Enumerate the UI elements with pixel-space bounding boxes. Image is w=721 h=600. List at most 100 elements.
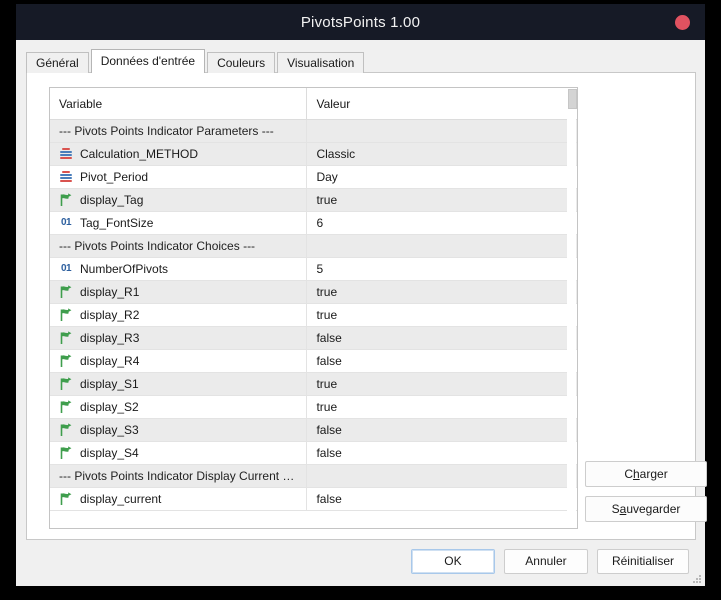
- cell-variable[interactable]: display_R2: [50, 303, 307, 327]
- tab-general[interactable]: Général: [26, 52, 89, 73]
- cell-valeur[interactable]: false: [306, 349, 577, 373]
- variable-label: Tag_FontSize: [80, 216, 154, 230]
- table-row[interactable]: Calculation_METHOD Classic: [50, 142, 577, 166]
- table-row[interactable]: display_R1 true: [50, 280, 577, 304]
- cell-valeur[interactable]: false: [306, 487, 577, 511]
- reinitialiser-button[interactable]: Réinitialiser: [596, 549, 689, 574]
- cell-variable[interactable]: display_R4: [50, 349, 307, 373]
- dialog-body: Général Données d'entrée Couleurs Visual…: [16, 40, 707, 586]
- cell-valeur[interactable]: true: [306, 372, 577, 396]
- variable-label: Pivot_Period: [80, 170, 149, 184]
- integer-icon: 01: [60, 263, 72, 274]
- table-row[interactable]: display_S1 true: [50, 372, 577, 396]
- cell-valeur[interactable]: [306, 234, 577, 258]
- variable-label: display_S4: [80, 446, 139, 460]
- variable-label: display_R1: [80, 285, 140, 299]
- cell-content: Calculation_METHOD: [58, 143, 306, 165]
- variable-label: Calculation_METHOD: [80, 147, 199, 161]
- enum-icon: [58, 169, 74, 185]
- cell-content: --- Pivots Points Indicator Parameters -…: [59, 120, 306, 142]
- sauvegarder-button[interactable]: Sauvegarder: [585, 496, 707, 522]
- cell-variable[interactable]: display_S3: [50, 418, 307, 442]
- variable-label: --- Pivots Points Indicator Display Curr…: [59, 469, 295, 483]
- table-row[interactable]: display_S4 false: [50, 441, 577, 465]
- variable-label: NumberOfPivots: [80, 262, 169, 276]
- tab-visualisation[interactable]: Visualisation: [277, 52, 365, 73]
- variable-label: display_R3: [80, 331, 140, 345]
- enum-icon: [58, 146, 74, 162]
- cell-content: display_S2: [58, 396, 306, 418]
- cell-valeur[interactable]: false: [306, 326, 577, 350]
- cell-variable[interactable]: display_Tag: [50, 188, 307, 212]
- cell-variable[interactable]: Pivot_Period: [50, 165, 307, 189]
- cell-variable[interactable]: display_R3: [50, 326, 307, 350]
- cell-valeur[interactable]: Day: [306, 165, 577, 189]
- cell-variable[interactable]: Calculation_METHOD: [50, 142, 307, 166]
- bool-icon: [58, 284, 74, 300]
- table-row[interactable]: display_R3 false: [50, 326, 577, 350]
- cell-variable[interactable]: --- Pivots Points Indicator Display Curr…: [50, 464, 307, 488]
- ok-button[interactable]: OK: [410, 549, 495, 574]
- tab-bar: Général Données d'entrée Couleurs Visual…: [26, 49, 696, 73]
- table-row[interactable]: display_R4 false: [50, 349, 577, 373]
- cell-valeur[interactable]: true: [306, 395, 577, 419]
- bool-icon: [58, 422, 74, 438]
- table-row[interactable]: display_S2 true: [50, 395, 577, 419]
- bool-icon: [58, 491, 74, 507]
- tab-couleurs[interactable]: Couleurs: [207, 52, 276, 73]
- table-row[interactable]: Pivot_Period Day: [50, 165, 577, 189]
- table-row[interactable]: --- Pivots Points Indicator Display Curr…: [50, 464, 577, 488]
- cell-variable[interactable]: display_S2: [50, 395, 307, 419]
- cell-valeur[interactable]: Classic: [306, 142, 577, 166]
- cell-variable[interactable]: display_R1: [50, 280, 307, 304]
- table-row[interactable]: 01 Tag_FontSize 6: [50, 211, 577, 235]
- cell-variable[interactable]: display_S1: [50, 372, 307, 396]
- cell-valeur[interactable]: [306, 464, 577, 488]
- table-header: Variable Valeur: [50, 88, 577, 120]
- cell-content: display_S4: [58, 442, 306, 464]
- cell-valeur[interactable]: 5: [306, 257, 577, 281]
- table-row[interactable]: --- Pivots Points Indicator Choices ---: [50, 234, 577, 258]
- variable-label: display_S3: [80, 423, 139, 437]
- cell-valeur[interactable]: true: [306, 188, 577, 212]
- bool-icon: [58, 445, 74, 461]
- dialog-window: PivotsPoints 1.00 Général Données d'entr…: [16, 4, 707, 586]
- close-circle-icon[interactable]: [675, 15, 690, 30]
- table-row[interactable]: display_current false: [50, 487, 577, 511]
- cell-variable[interactable]: 01 Tag_FontSize: [50, 211, 307, 235]
- table-row[interactable]: --- Pivots Points Indicator Parameters -…: [50, 119, 577, 143]
- table-row[interactable]: display_R2 true: [50, 303, 577, 327]
- table-header-row: Variable Valeur: [50, 88, 577, 120]
- cell-valeur[interactable]: false: [306, 418, 577, 442]
- bool-icon: [58, 192, 74, 208]
- resize-grip[interactable]: [691, 573, 701, 583]
- cell-variable[interactable]: --- Pivots Points Indicator Choices ---: [50, 234, 307, 258]
- title-bar: PivotsPoints 1.00: [16, 4, 705, 40]
- cell-variable[interactable]: display_current: [50, 487, 307, 511]
- cell-content: --- Pivots Points Indicator Choices ---: [59, 235, 306, 257]
- cell-valeur[interactable]: true: [306, 303, 577, 327]
- grid-scrollbar[interactable]: [567, 89, 577, 527]
- cell-valeur[interactable]: 6: [306, 211, 577, 235]
- cell-variable[interactable]: display_S4: [50, 441, 307, 465]
- cell-valeur[interactable]: [306, 119, 577, 143]
- variable-label: --- Pivots Points Indicator Choices ---: [59, 239, 256, 253]
- cell-valeur[interactable]: false: [306, 441, 577, 465]
- table-row[interactable]: 01 NumberOfPivots 5: [50, 257, 577, 281]
- annuler-button[interactable]: Annuler: [503, 549, 588, 574]
- table-body: --- Pivots Points Indicator Parameters -…: [50, 119, 577, 511]
- cell-variable[interactable]: 01 NumberOfPivots: [50, 257, 307, 281]
- table-row[interactable]: display_Tag true: [50, 188, 577, 212]
- table-row[interactable]: display_S3 false: [50, 418, 577, 442]
- cell-variable[interactable]: --- Pivots Points Indicator Parameters -…: [50, 119, 307, 143]
- variable-label: display_R4: [80, 354, 140, 368]
- charger-button[interactable]: Charger: [585, 461, 707, 487]
- column-header-valeur[interactable]: Valeur: [306, 88, 577, 120]
- cell-valeur[interactable]: true: [306, 280, 577, 304]
- cell-content: display_S1: [58, 373, 306, 395]
- sauvegarder-button-label: Sauvegarder: [611, 502, 681, 516]
- tab-donnees-dentree[interactable]: Données d'entrée: [90, 49, 206, 73]
- grid-scrollbar-thumb[interactable]: [568, 89, 577, 109]
- parameters-grid[interactable]: Variable Valeur --- Pivots Points Indica…: [49, 87, 578, 529]
- column-header-variable[interactable]: Variable: [50, 88, 307, 120]
